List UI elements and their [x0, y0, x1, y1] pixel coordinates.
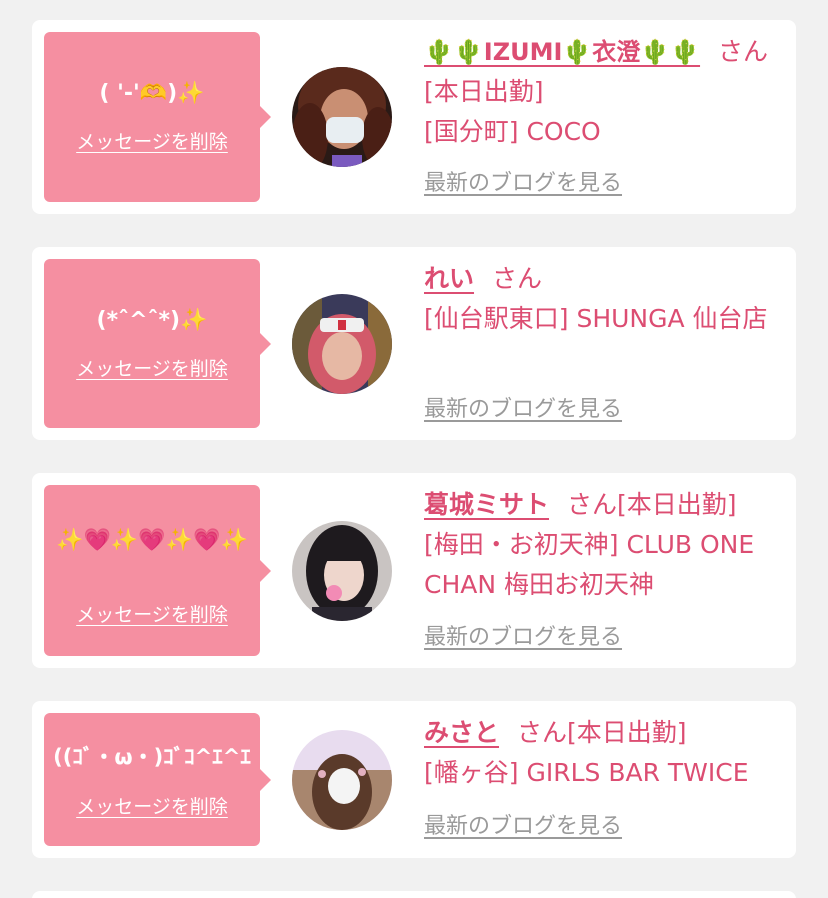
- girl-card: ((ｺﾞ・ω・)ｺﾞｺ^ｴ^ｴ メッセージを削除 みさと さん[本日出勤] [幡ヶ…: [32, 701, 796, 858]
- avatar[interactable]: [292, 294, 392, 394]
- avatar[interactable]: [292, 730, 392, 830]
- work-status: [本日出勤]: [424, 77, 544, 106]
- message-text: (*ˆ^ˆ*)✨: [96, 308, 208, 333]
- girl-info: 🌵🌵IZUMI🌵衣澄🌵🌵 さん [本日出勤] [国分町] COCO: [424, 32, 778, 152]
- honorific: さん: [567, 490, 618, 519]
- shop-name: [幡ヶ谷] GIRLS BAR TWICE: [424, 758, 749, 787]
- girl-card: ( '-'🫶)✨ メッセージを削除 🌵🌵IZUMI🌵衣澄🌵🌵 さん [本日出勤] …: [32, 20, 796, 214]
- work-status: [本日出勤]: [567, 718, 687, 747]
- message-bubble: ((ｺﾞ・ω・)ｺﾞｺ^ｴ^ｴ メッセージを削除: [44, 713, 271, 846]
- girl-name-link[interactable]: 葛城ミサト: [424, 490, 549, 519]
- message-bubble: (*ˆ^ˆ*)✨ メッセージを削除: [44, 259, 271, 428]
- delete-message-link[interactable]: メッセージを削除: [44, 357, 260, 381]
- latest-blog-link[interactable]: 最新のブログを見る: [424, 813, 622, 841]
- girl-name-link[interactable]: 🌵🌵IZUMI🌵衣澄🌵🌵: [424, 38, 700, 66]
- delete-message-link[interactable]: メッセージを削除: [44, 795, 260, 819]
- shop-name: [仙台駅東口] SHUNGA 仙台店: [424, 304, 768, 333]
- girl-info: れい さん [仙台駅東口] SHUNGA 仙台店: [424, 259, 778, 339]
- work-status: [本日出勤]: [617, 490, 737, 519]
- honorific: さん: [718, 37, 769, 66]
- honorific: さん: [492, 264, 543, 293]
- girl-info: みさと さん[本日出勤] [幡ヶ谷] GIRLS BAR TWICE: [424, 713, 778, 793]
- avatar[interactable]: [292, 521, 392, 621]
- delete-message-link[interactable]: メッセージを削除: [44, 130, 260, 154]
- avatar[interactable]: [292, 67, 392, 167]
- girl-card-partial: [32, 891, 796, 898]
- message-text: ((ｺﾞ・ω・)ｺﾞｺ^ｴ^ｴ: [53, 745, 251, 769]
- honorific: さん: [517, 718, 568, 747]
- girl-card: ✨💗✨💗✨💗✨ メッセージを削除 葛城ミサト さん[本日出勤] [梅田・お初天神]…: [32, 473, 796, 668]
- favorites-list: ( '-'🫶)✨ メッセージを削除 🌵🌵IZUMI🌵衣澄🌵🌵 さん [本日出勤] …: [0, 0, 828, 898]
- latest-blog-link[interactable]: 最新のブログを見る: [424, 170, 622, 198]
- girl-info: 葛城ミサト さん[本日出勤] [梅田・お初天神] CLUB ONE CHAN 梅田…: [424, 485, 778, 605]
- girl-name-link[interactable]: みさと: [424, 718, 499, 747]
- shop-name: [梅田・お初天神] CLUB ONE CHAN 梅田お初天神: [424, 530, 755, 599]
- girl-card: (*ˆ^ˆ*)✨ メッセージを削除 れい さん [仙台駅東口] SHUNGA 仙台…: [32, 247, 796, 440]
- message-text: ( '-'🫶)✨: [99, 81, 205, 106]
- message-bubble: ( '-'🫶)✨ メッセージを削除: [44, 32, 271, 202]
- latest-blog-link[interactable]: 最新のブログを見る: [424, 624, 622, 652]
- latest-blog-link[interactable]: 最新のブログを見る: [424, 396, 622, 424]
- girl-name-link[interactable]: れい: [424, 264, 474, 293]
- delete-message-link[interactable]: メッセージを削除: [44, 603, 260, 627]
- message-bubble: ✨💗✨💗✨💗✨ メッセージを削除: [44, 485, 271, 656]
- shop-name: [国分町] COCO: [424, 117, 601, 146]
- message-text: ✨💗✨💗✨💗✨: [56, 528, 248, 553]
